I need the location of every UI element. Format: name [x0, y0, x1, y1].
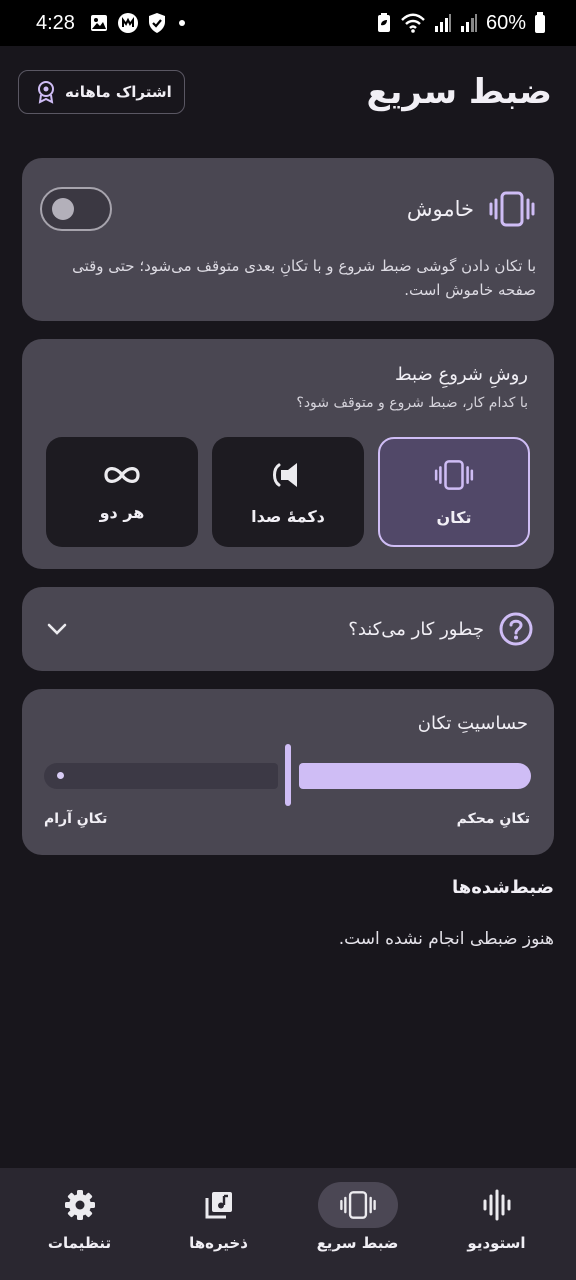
page-title: ضبط سریع [366, 72, 552, 112]
how-it-works-card[interactable]: چطور کار می‌کند؟ [22, 587, 554, 671]
sensitivity-slider[interactable] [44, 744, 532, 808]
infinity-icon [101, 463, 143, 487]
app-header: ضبط سریع اشتراک ماهانه [18, 60, 558, 124]
method-card: روشِ شروعِ ضبط با کدام کار، ضبط شروع و م… [22, 339, 554, 569]
slider-stop-dot [57, 772, 64, 779]
slider-fill [299, 763, 531, 789]
library-music-icon [203, 1189, 235, 1221]
option-shake[interactable]: تکان [378, 437, 530, 547]
how-it-works-label: چطور کار می‌کند؟ [348, 618, 484, 640]
gear-icon [64, 1189, 96, 1221]
nav-settings-label: تنظیمات [47, 1234, 112, 1252]
nav-settings[interactable]: تنظیمات [15, 1168, 145, 1280]
option-volume-label: دکمهٔ صدا [251, 506, 325, 526]
wifi-icon [400, 12, 426, 34]
sensitivity-title: حساسیتِ تکان [417, 713, 528, 734]
nav-saved-label: ذخیره‌ها [189, 1234, 248, 1252]
slider-track [44, 763, 278, 789]
shake-state-label: خاموش [406, 197, 474, 221]
status-time: 4:28 [36, 11, 75, 34]
subscription-label: اشتراک ماهانه [65, 83, 172, 101]
nav-studio-label: استودیو [467, 1234, 526, 1252]
shake-card: خاموش با تکان دادن گوشی ضبط شروع و با تک… [22, 158, 554, 321]
shake-toggle[interactable] [40, 187, 112, 231]
status-bar: 4:28 60% [0, 0, 576, 46]
bottom-nav: استودیو ضبط سریع ذخیره‌ها تنظیمات [0, 1168, 576, 1280]
help-icon [498, 611, 534, 647]
slider-handle[interactable] [285, 744, 291, 806]
method-subtitle: با کدام کار، ضبط شروع و متوقف شود؟ [296, 395, 528, 411]
option-volume-button[interactable]: دکمهٔ صدا [212, 437, 364, 547]
waveform-icon [482, 1188, 512, 1222]
battery-percent: 60% [485, 11, 526, 34]
toggle-knob [52, 198, 74, 220]
option-both-label: هر دو [99, 502, 145, 522]
gallery-icon [89, 13, 109, 33]
m-app-icon [117, 12, 139, 34]
volume-button-icon [271, 459, 305, 491]
vibrate-icon [339, 1189, 377, 1221]
signal-icon [434, 13, 452, 33]
battery-saver-icon [376, 12, 392, 34]
vibrate-icon [488, 189, 536, 229]
method-title: روشِ شروعِ ضبط [394, 364, 528, 385]
option-both[interactable]: هر دو [46, 437, 198, 547]
signal-icon [460, 13, 478, 33]
nav-studio[interactable]: استودیو [432, 1168, 562, 1280]
shield-check-icon [147, 12, 167, 34]
dot-icon [175, 16, 189, 30]
nav-saved[interactable]: ذخیره‌ها [154, 1168, 284, 1280]
recordings-empty-text: هنوز ضبطی انجام نشده است. [338, 929, 554, 949]
chevron-down-icon[interactable] [46, 622, 68, 636]
subscription-button[interactable]: اشتراک ماهانه [18, 70, 185, 114]
option-shake-label: تکان [436, 507, 472, 527]
recordings-title: ضبط‌شده‌ها [452, 877, 554, 898]
nav-quick-record-label: ضبط سریع [316, 1234, 399, 1252]
sensitivity-calm-label: تکانِ آرام [44, 811, 108, 827]
vibrate-icon [433, 458, 475, 492]
battery-icon [534, 12, 546, 34]
sensitivity-strong-label: تکانِ محکم [456, 811, 530, 827]
shake-description: با تکان دادن گوشی ضبط شروع و با تکانِ بع… [72, 257, 536, 299]
badge-icon [35, 80, 57, 104]
nav-quick-record[interactable]: ضبط سریع [293, 1168, 423, 1280]
